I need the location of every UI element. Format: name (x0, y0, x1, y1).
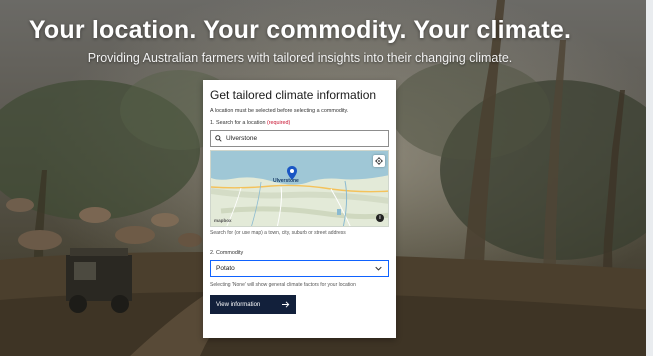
search-icon (215, 135, 222, 142)
map-tiles (211, 151, 388, 226)
commodity-field-label: 2. Commodity (210, 250, 244, 256)
view-information-button[interactable]: View information (210, 295, 296, 315)
location-map[interactable]: Ulverstone i mapbox (210, 150, 389, 227)
required-indicator: (required) (266, 120, 291, 126)
commodity-selected-value: Potato (216, 265, 235, 272)
hero-section: Your location. Your commodity. Your clim… (0, 0, 653, 356)
location-search-input[interactable] (226, 135, 376, 142)
arrow-right-icon (282, 301, 290, 308)
view-information-label: View information (216, 301, 261, 308)
map-attribution-info-icon[interactable]: i (376, 214, 384, 222)
commodity-select[interactable]: Potato (210, 260, 389, 277)
frame-edge (646, 0, 653, 356)
commodity-hint: Selecting 'None' will show general clima… (210, 282, 356, 288)
climate-info-form-card: Get tailored climate information A locat… (203, 80, 396, 338)
location-field-label: 1. Search for a location (required) (210, 120, 389, 126)
chevron-down-icon (375, 266, 382, 271)
page-headline: Your location. Your commodity. Your clim… (28, 16, 572, 44)
crosshair-icon (375, 157, 383, 165)
locate-me-button[interactable] (373, 155, 385, 167)
mapbox-logo[interactable]: mapbox (214, 218, 232, 223)
map-place-label: Ulverstone (273, 178, 299, 184)
form-note: A location must be selected before selec… (210, 108, 349, 114)
page-subheadline: Providing Australian farmers with tailor… (87, 51, 513, 65)
location-search-field[interactable] (210, 130, 389, 147)
location-search-hint: Search for (or use map) a town, city, su… (210, 230, 346, 236)
form-title: Get tailored climate information (210, 88, 377, 102)
location-label-text: 1. Search for a location (210, 120, 266, 126)
